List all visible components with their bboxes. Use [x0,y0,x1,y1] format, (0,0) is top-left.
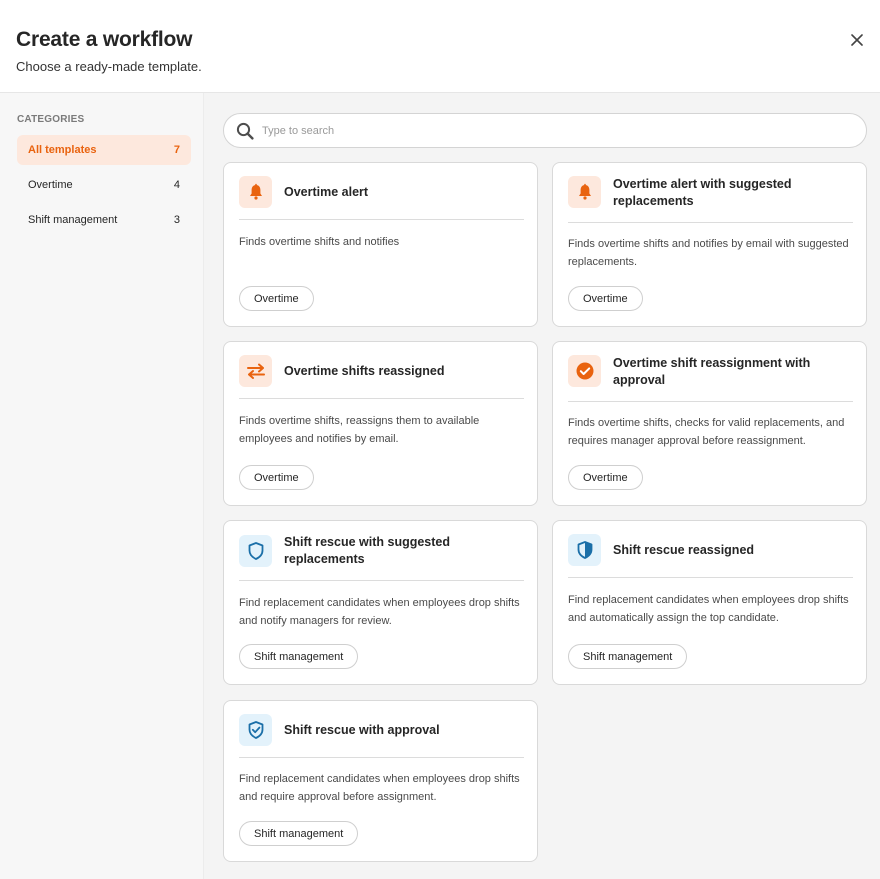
check-circle-icon [576,362,593,380]
category-shift-management[interactable]: Shift management 3 [17,205,191,235]
card-tag[interactable]: Overtime [239,286,314,311]
card-description: Find replacement candidates when employe… [568,594,849,624]
card-divider [239,757,524,758]
category-count: 4 [173,179,180,191]
card-title: Overtime shift reassignment with approva… [613,356,811,387]
card-description: Finds overtime shifts and notifies by em… [568,238,849,268]
card-icon-box [239,355,272,387]
close-icon [851,34,863,46]
template-card-shift-rescue-reassigned[interactable]: Shift rescue reassigned Find replacement… [552,520,867,685]
card-title: Shift rescue with suggested replacements [284,535,451,566]
card-description: Find replacement candidates when employe… [239,773,520,803]
card-divider [239,580,524,581]
template-card-overtime-alert-suggested[interactable]: Overtime alert with suggested replacemen… [552,162,867,327]
template-card-overtime-alert[interactable]: Overtime alert Finds overtime shifts and… [223,162,538,327]
card-description: Finds overtime shifts, checks for valid … [568,417,845,447]
shield-check-icon [248,721,263,739]
category-count: 3 [173,214,180,226]
search-bar[interactable] [223,113,867,148]
category-label: All templates [28,144,97,156]
search-input[interactable] [262,124,822,137]
template-card-overtime-reassignment-approval[interactable]: Overtime shift reassignment with approva… [552,341,867,506]
card-icon-box [568,355,601,387]
card-icon-box [239,535,272,567]
category-label: Shift management [28,214,118,226]
template-card-shift-rescue-approval[interactable]: Shift rescue with approval Find replacem… [223,700,538,862]
card-icon-box [239,176,272,208]
dialog-subtitle: Choose a ready-made template. [16,59,202,74]
card-tag[interactable]: Overtime [568,286,643,311]
card-divider [568,222,853,223]
category-overtime[interactable]: Overtime 4 [17,170,191,200]
close-button[interactable] [846,29,868,51]
categories-heading: CATEGORIES [17,114,85,125]
card-tag[interactable]: Shift management [568,644,688,669]
category-label: Overtime [28,179,73,191]
card-tag[interactable]: Shift management [239,644,359,669]
card-divider [239,398,524,399]
card-description: Finds overtime shifts, reassigns them to… [239,415,480,445]
card-title: Shift rescue with approval [284,723,440,737]
card-title: Overtime shifts reassigned [284,364,445,378]
swap-arrows-icon [246,363,265,379]
card-title: Shift rescue reassigned [613,543,755,557]
card-divider [239,219,524,220]
categories-sidebar: CATEGORIES All templates 7 Overtime 4 Sh… [0,93,204,879]
card-icon-box [568,176,601,208]
card-description: Finds overtime shifts and notifies [239,236,400,248]
template-card-shift-rescue-suggested[interactable]: Shift rescue with suggested replacements… [223,520,538,685]
card-tag[interactable]: Overtime [239,465,314,490]
search-icon [236,122,254,140]
card-tag[interactable]: Shift management [239,821,359,846]
card-divider [568,401,853,402]
bell-icon [249,183,262,200]
template-card-overtime-reassigned[interactable]: Overtime shifts reassigned Finds overtim… [223,341,538,506]
category-all-templates[interactable]: All templates 7 [17,135,191,165]
templates-panel: Overtime alert Finds overtime shifts and… [204,93,880,879]
card-tag[interactable]: Overtime [568,465,643,490]
card-divider [568,577,853,578]
card-title: Overtime alert [284,185,369,199]
shield-outline-icon [248,542,263,560]
category-count: 7 [173,144,180,156]
card-title: Overtime alert with suggested replacemen… [613,177,792,208]
card-icon-box [568,534,601,566]
shield-half-icon [577,541,592,559]
card-icon-box [239,714,272,746]
dialog-title: Create a workflow [16,28,193,51]
card-description: Find replacement candidates when employe… [239,597,520,627]
bell-icon [578,183,591,200]
dialog-header: Create a workflow Choose a ready-made te… [0,0,880,93]
